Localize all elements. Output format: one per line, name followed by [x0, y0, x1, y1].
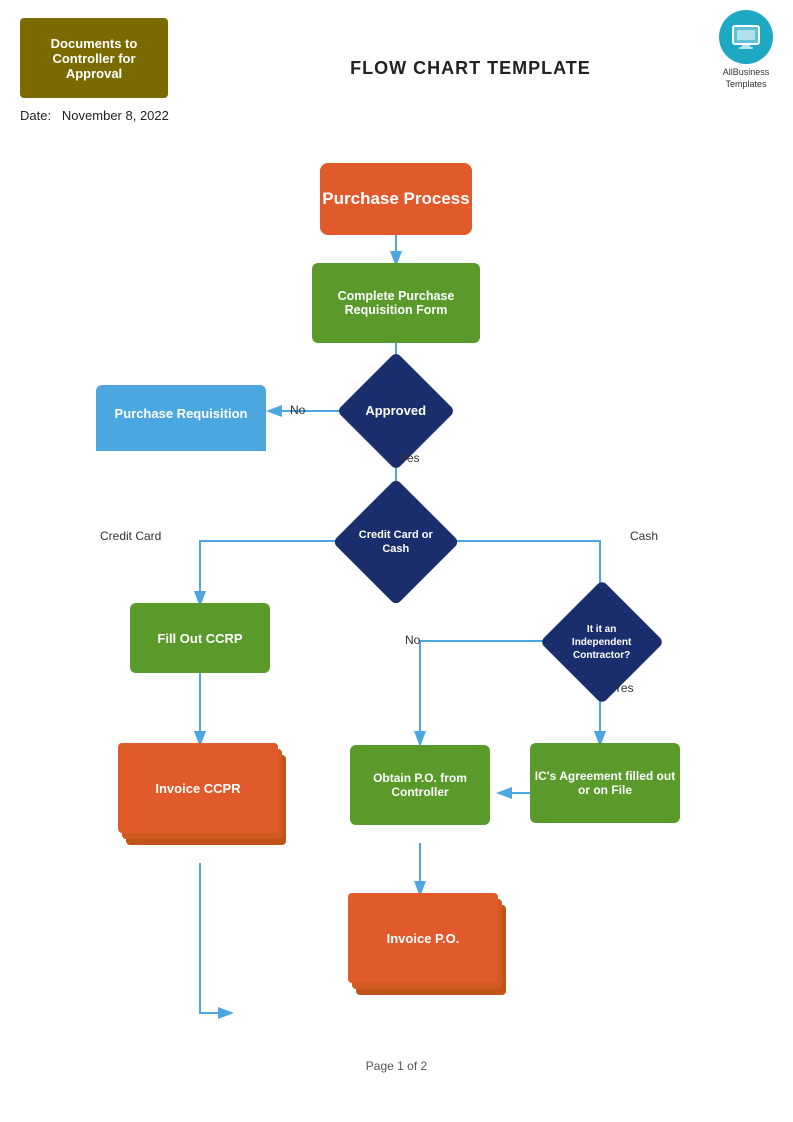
- footer: Page 1 of 2: [0, 1059, 793, 1073]
- flowchart: Purchase Process Complete Purchase Requi…: [0, 133, 793, 1083]
- cash-label: Cash: [630, 529, 658, 543]
- date-value: November 8, 2022: [62, 108, 169, 123]
- date-line: Date: November 8, 2022: [0, 98, 793, 123]
- is-independent-diamond: It it an Independent Contractor?: [538, 601, 666, 683]
- yes-approved-label: Yes: [400, 451, 420, 465]
- purchase-requisition-node: Purchase Requisition: [96, 385, 266, 441]
- invoice-ccpr-node: Invoice CCPR: [118, 743, 282, 853]
- header: Documents to Controller for Approval FLO…: [0, 0, 793, 98]
- no-independent-label: No: [405, 633, 420, 647]
- credit-card-cash-diamond: Credit Card or Cash: [330, 501, 462, 583]
- flow-chart-title: FLOW CHART TEMPLATE: [350, 58, 591, 79]
- purchase-process-node: Purchase Process: [320, 163, 472, 235]
- title-area: FLOW CHART TEMPLATE: [168, 18, 773, 79]
- docs-box: Documents to Controller for Approval: [20, 18, 168, 98]
- approved-diamond: Approved: [336, 373, 456, 449]
- logo-text: AllBusiness Templates: [723, 67, 770, 90]
- docs-box-label: Documents to Controller for Approval: [36, 36, 152, 81]
- obtain-po-node: Obtain P.O. from Controller: [350, 745, 490, 825]
- complete-form-node: Complete Purchase Requisition Form: [312, 263, 480, 343]
- no-approved-label: No: [290, 403, 305, 417]
- yes-independent-label: Yes: [614, 681, 634, 695]
- credit-card-label: Credit Card: [100, 529, 161, 543]
- date-label: Date:: [20, 108, 51, 123]
- fill-out-ccrp-node: Fill Out CCRP: [130, 603, 270, 673]
- ics-agreement-node: IC's Agreement filled out or on File: [530, 743, 680, 823]
- logo-circle: [719, 10, 773, 64]
- logo-area: AllBusiness Templates: [719, 10, 773, 90]
- invoice-po-node: Invoice P.O.: [348, 893, 502, 1003]
